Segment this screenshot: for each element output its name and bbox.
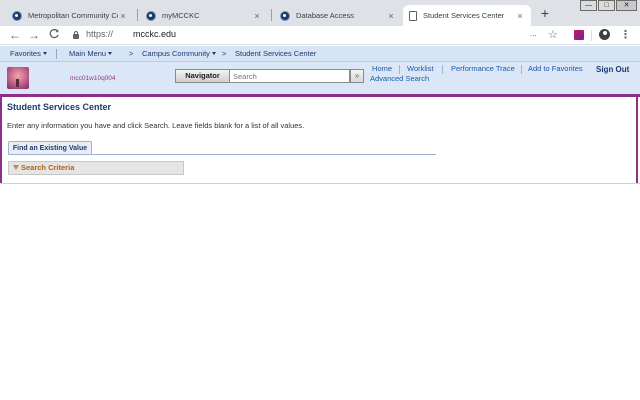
tab-close-icon[interactable]: × <box>252 11 262 21</box>
header-link-divider <box>399 65 400 74</box>
worklist-link[interactable]: Worklist <box>407 64 434 73</box>
tab-close-icon[interactable]: × <box>118 11 128 21</box>
mcc-favicon-icon <box>12 10 22 21</box>
toolbar-divider <box>591 30 592 41</box>
tab-divider <box>271 9 272 21</box>
favorites-menu[interactable]: Favorites <box>10 49 47 58</box>
tab-close-icon[interactable]: × <box>386 11 396 21</box>
browser-tab-strip: Metropolitan Community College × myMCCKC… <box>0 0 640 26</box>
lock-icon[interactable] <box>73 31 79 39</box>
instructions-text: Enter any information you have and click… <box>7 121 305 130</box>
chevron-down-icon <box>211 52 216 55</box>
ps-header: mcc01w10q004 Navigator » Home Worklist P… <box>0 62 640 94</box>
chevron-down-icon <box>42 52 47 55</box>
url-protocol[interactable]: https:// <box>86 29 113 39</box>
kebab-menu-icon[interactable]: ⋮ <box>620 28 631 41</box>
search-criteria-toggle[interactable]: Search Criteria <box>8 161 184 175</box>
tab-database-access[interactable]: Database Access × <box>274 5 402 26</box>
close-window-button[interactable]: ✕ <box>616 0 637 11</box>
more-indicator: ... <box>530 29 537 38</box>
bookmark-star-icon[interactable]: ☆ <box>548 28 558 41</box>
navigator-button[interactable]: Navigator <box>175 69 230 83</box>
ps-navigation-bar: Favorites Main Menu > Campus Community >… <box>0 46 640 62</box>
breadcrumb-separator: > <box>129 49 134 58</box>
add-to-favorites-link[interactable]: Add to Favorites <box>528 64 583 73</box>
search-go-button[interactable]: » <box>350 69 364 83</box>
new-tab-button[interactable]: + <box>538 6 552 20</box>
account-icon[interactable] <box>599 29 610 40</box>
college-logo-icon <box>7 67 29 89</box>
tab-label: Student Services Center <box>423 11 505 20</box>
tab-find-existing-value[interactable]: Find an Existing Value <box>8 141 92 155</box>
chevron-down-icon <box>108 52 113 55</box>
extension-icon[interactable] <box>574 30 584 40</box>
tab-label: Database Access <box>296 11 354 20</box>
search-input[interactable] <box>229 69 350 83</box>
home-link[interactable]: Home <box>372 64 392 73</box>
nav-divider <box>56 49 57 59</box>
mcc-favicon-icon <box>280 10 290 21</box>
reload-glyph <box>49 28 59 39</box>
header-divider <box>0 94 640 97</box>
mcc-favicon-icon <box>146 10 156 21</box>
favorites-label: Favorites <box>10 49 41 58</box>
url-host[interactable]: mcckc.edu <box>133 29 176 39</box>
header-link-divider <box>442 65 443 74</box>
document-icon <box>409 10 417 21</box>
header-link-divider <box>521 65 522 74</box>
breadcrumb-current: Student Services Center <box>235 49 317 58</box>
tab-divider <box>137 9 138 21</box>
content-bottom-divider <box>0 183 640 184</box>
search-criteria-label: Search Criteria <box>21 163 75 172</box>
advanced-search-link[interactable]: Advanced Search <box>370 74 429 83</box>
expand-triangle-icon <box>13 165 19 170</box>
sign-out-link[interactable]: Sign Out <box>596 65 629 74</box>
campus-community-label: Campus Community <box>142 49 210 58</box>
maximize-button[interactable]: □ <box>598 0 615 11</box>
tab-divider-line <box>8 154 436 155</box>
main-menu-label: Main Menu <box>69 49 107 58</box>
forward-arrow-icon[interactable]: → <box>27 28 41 42</box>
tab-close-icon[interactable]: × <box>515 11 525 21</box>
tab-mymcckc[interactable]: myMCCKC × <box>140 5 268 26</box>
tab-label: myMCCKC <box>162 11 200 20</box>
campus-community-menu[interactable]: Campus Community <box>142 49 216 58</box>
back-arrow-icon[interactable]: ← <box>8 28 22 42</box>
tab-metropolitan-community-college[interactable]: Metropolitan Community College × <box>6 5 134 26</box>
right-border <box>636 97 638 183</box>
left-border <box>0 97 2 183</box>
breadcrumb-separator: > <box>222 49 227 58</box>
main-menu[interactable]: Main Menu <box>69 49 113 58</box>
performance-trace-link[interactable]: Performance Trace <box>451 64 515 73</box>
browser-toolbar: ← → https:// mcckc.edu ... ☆ ⋮ <box>0 26 640 45</box>
tab-student-services-center[interactable]: Student Services Center × <box>403 5 531 26</box>
server-name: mcc01w10q004 <box>70 75 116 82</box>
reload-icon[interactable] <box>47 28 61 42</box>
minimize-button[interactable]: — <box>580 0 597 11</box>
page-title: Student Services Center <box>7 102 112 112</box>
tab-label: Metropolitan Community College <box>28 11 118 20</box>
